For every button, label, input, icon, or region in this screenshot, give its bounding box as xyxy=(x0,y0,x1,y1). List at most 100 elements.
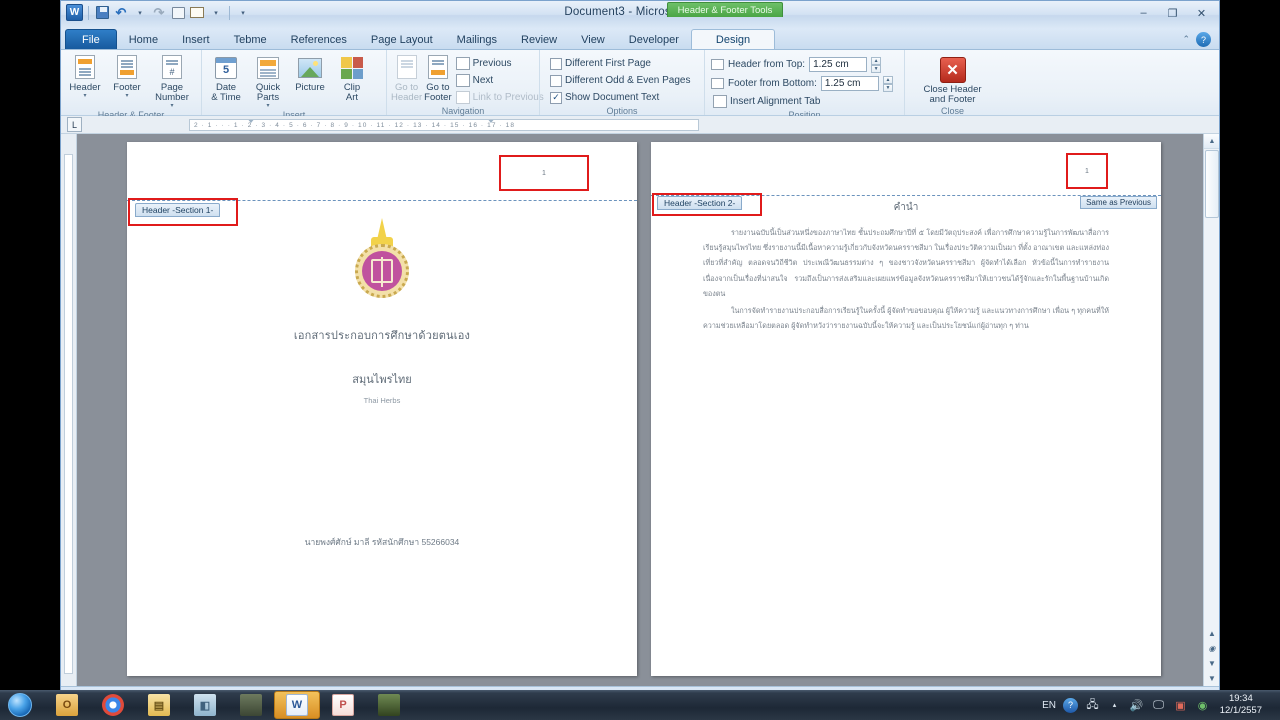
taskbar-item-powerpoint[interactable]: P xyxy=(320,691,366,719)
scroll-down-button[interactable]: ▼ xyxy=(1204,671,1219,686)
header-from-top-row: Header from Top: 1.25 cm ▲ ▼ xyxy=(711,56,893,73)
clock[interactable]: 19:34 12/1/2557 xyxy=(1220,693,1262,717)
horizontal-ruler[interactable]: 2 · 1 · · · 1 · 2 · 3 · 4 · 5 · 6 · 7 · … xyxy=(189,119,699,131)
next-button[interactable]: Next xyxy=(454,73,546,88)
checkbox-icon xyxy=(550,57,562,70)
clip-art-label: Clip Art xyxy=(343,82,361,103)
chevron-down-icon[interactable]: ▾ xyxy=(125,93,128,99)
network-icon[interactable]: 🖧 xyxy=(1085,698,1100,713)
link-to-previous-label: Link to Previous xyxy=(472,92,544,103)
date-and-time-label: Date & Time xyxy=(211,82,241,103)
tab-developer[interactable]: Developer xyxy=(617,29,691,49)
chevron-down-icon[interactable]: ▾ xyxy=(83,93,86,99)
go-to-header-button[interactable]: Go to Header xyxy=(391,53,422,103)
help-icon[interactable]: ? xyxy=(1196,32,1211,47)
language-indicator-tray[interactable]: EN xyxy=(1042,700,1056,711)
close-button[interactable]: ✕ xyxy=(1188,4,1215,22)
quick-parts-label: Quick Parts xyxy=(255,82,281,103)
tab-view[interactable]: View xyxy=(569,29,617,49)
ribbon-group-header-footer: Header ▾ Footer ▾ # Page Number ▾ Header… xyxy=(61,50,201,120)
document-page-2[interactable]: 1 Header -Section 2- Same as Previous คำ… xyxy=(651,142,1161,676)
start-button[interactable] xyxy=(0,691,40,719)
tab-review[interactable]: Review xyxy=(509,29,569,49)
scrollbar-thumb[interactable] xyxy=(1205,150,1219,218)
contextual-tab-group-label: Header & Footer Tools xyxy=(667,2,783,17)
taskbar-item-file-explorer[interactable]: ▤ xyxy=(136,691,182,719)
next-section-icon xyxy=(455,74,470,87)
next-page-button[interactable]: ▼ xyxy=(1204,656,1219,671)
previous-button[interactable]: Previous xyxy=(454,56,546,71)
show-document-text-checkbox[interactable]: ✓ Show Document Text xyxy=(548,90,692,105)
ribbon-tab-strip: File Home Insert Tebme References Page L… xyxy=(61,29,1219,50)
header-from-top-stepper[interactable]: ▲ ▼ xyxy=(871,57,882,73)
insert-alignment-tab-button[interactable]: Insert Alignment Tab xyxy=(711,94,893,109)
monitor-icon[interactable]: 🖵 xyxy=(1151,698,1166,713)
shield-icon[interactable]: ▣ xyxy=(1173,698,1188,713)
window-controls: – ❐ ✕ xyxy=(1130,4,1215,22)
taskbar-item-chrome[interactable] xyxy=(90,691,136,719)
scroll-up-button[interactable]: ▲ xyxy=(1204,134,1219,149)
link-to-previous-button[interactable]: Link to Previous xyxy=(454,90,546,105)
footer-button[interactable]: Footer ▾ xyxy=(107,53,147,99)
taskbar-item-word[interactable]: W xyxy=(274,691,320,719)
restore-button[interactable]: ❐ xyxy=(1159,4,1186,22)
different-odd-even-checkbox[interactable]: Different Odd & Even Pages xyxy=(548,73,692,88)
show-hidden-icons-icon[interactable]: ▴ xyxy=(1107,698,1122,713)
previous-page-button[interactable]: ▲ xyxy=(1204,626,1219,641)
go-to-footer-button[interactable]: Go to Footer xyxy=(424,53,452,103)
document-canvas[interactable]: 1 Header -Section 1- เอกสารประกอบการศึกษ… xyxy=(61,134,1219,686)
page-number-button-label: Page Number xyxy=(155,82,189,103)
page1-author-line: นายพงศ์ศักษ์ มาลี รหัสนักศึกษา 55266034 xyxy=(304,537,460,547)
document-page-1[interactable]: 1 Header -Section 1- เอกสารประกอบการศึกษ… xyxy=(127,142,637,676)
tab-mailings[interactable]: Mailings xyxy=(445,29,509,49)
footer-from-bottom-input[interactable]: 1.25 cm xyxy=(820,76,879,91)
date-and-time-button[interactable]: 5 Date & Time xyxy=(206,53,246,103)
checkbox-checked-icon: ✓ xyxy=(550,91,562,104)
tab-home[interactable]: Home xyxy=(117,29,170,49)
vertical-ruler xyxy=(61,134,77,686)
select-browse-object-button[interactable]: ◉ xyxy=(1204,641,1219,656)
page1-page-number-field[interactable]: 1 xyxy=(499,155,589,191)
header-section-1-tab[interactable]: Header -Section 1- xyxy=(135,203,221,217)
vertical-scrollbar[interactable]: ▲ ▲ ◉ ▼ ▼ xyxy=(1203,134,1219,686)
picture-button[interactable]: Picture xyxy=(290,53,330,93)
tab-insert[interactable]: Insert xyxy=(170,29,222,49)
tab-tebme[interactable]: Tebme xyxy=(222,29,279,49)
page2-section-title: คำนำ xyxy=(893,202,919,213)
page1-document-title: เอกสารประกอบการศึกษาด้วยตนเอง xyxy=(293,330,471,342)
page-number-button[interactable]: # Page Number ▾ xyxy=(149,53,195,109)
ribbon-group-close: ✕ Close Header and Footer Close xyxy=(904,50,1000,116)
picture-label: Picture xyxy=(295,82,325,93)
tab-design[interactable]: Design xyxy=(690,29,776,49)
minimize-ribbon-icon[interactable]: ⌃ xyxy=(1182,34,1190,45)
taskbar-item-outlook[interactable]: O xyxy=(44,691,90,719)
header-from-top-input[interactable]: 1.25 cm xyxy=(809,57,868,72)
sync-icon[interactable]: ◉ xyxy=(1195,698,1210,713)
screen: W ↶ ▾ ↷ ▾ ▾ Document3 - Microsoft Word H… xyxy=(0,0,1280,720)
tab-file[interactable]: File xyxy=(65,29,117,49)
previous-section-icon xyxy=(455,57,470,70)
alignment-tab-icon xyxy=(713,95,727,108)
different-first-page-checkbox[interactable]: Different First Page xyxy=(548,56,692,71)
header-button[interactable]: Header ▾ xyxy=(65,53,105,99)
taskbar-items: O ▤ ◧ W P xyxy=(44,691,412,719)
close-header-footer-button[interactable]: ✕ Close Header and Footer xyxy=(909,53,996,105)
tab-page-layout[interactable]: Page Layout xyxy=(359,29,445,49)
ribbon-group-navigation: Go to Header Go to Footer Previous Next … xyxy=(386,50,544,116)
header-from-top-label: Header from Top: xyxy=(728,59,806,70)
taskbar-item-app-dark[interactable] xyxy=(228,691,274,719)
go-to-footer-label: Go to Footer xyxy=(424,82,452,103)
tab-selector-button[interactable]: L xyxy=(67,117,82,132)
clip-art-button[interactable]: Clip Art xyxy=(332,53,372,103)
help-icon-tray[interactable]: ? xyxy=(1063,697,1078,713)
quick-parts-button[interactable]: Quick Parts ▾ xyxy=(248,53,288,109)
tab-references[interactable]: References xyxy=(279,29,359,49)
taskbar-item-app-green[interactable] xyxy=(366,691,412,719)
page2-content: คำนำ รายงานฉบับนี้เป็นส่วนหนึ่งของภาษาไท… xyxy=(703,200,1109,333)
taskbar-item-reader[interactable]: ◧ xyxy=(182,691,228,719)
footer-from-bottom-stepper[interactable]: ▲ ▼ xyxy=(882,76,893,92)
page2-page-number-field[interactable]: 1 xyxy=(1066,153,1108,189)
minimize-button[interactable]: – xyxy=(1130,4,1157,22)
page1-document-subtitle: สมุนไพรไทย xyxy=(352,374,412,386)
volume-icon[interactable]: 🔊 xyxy=(1129,698,1144,713)
